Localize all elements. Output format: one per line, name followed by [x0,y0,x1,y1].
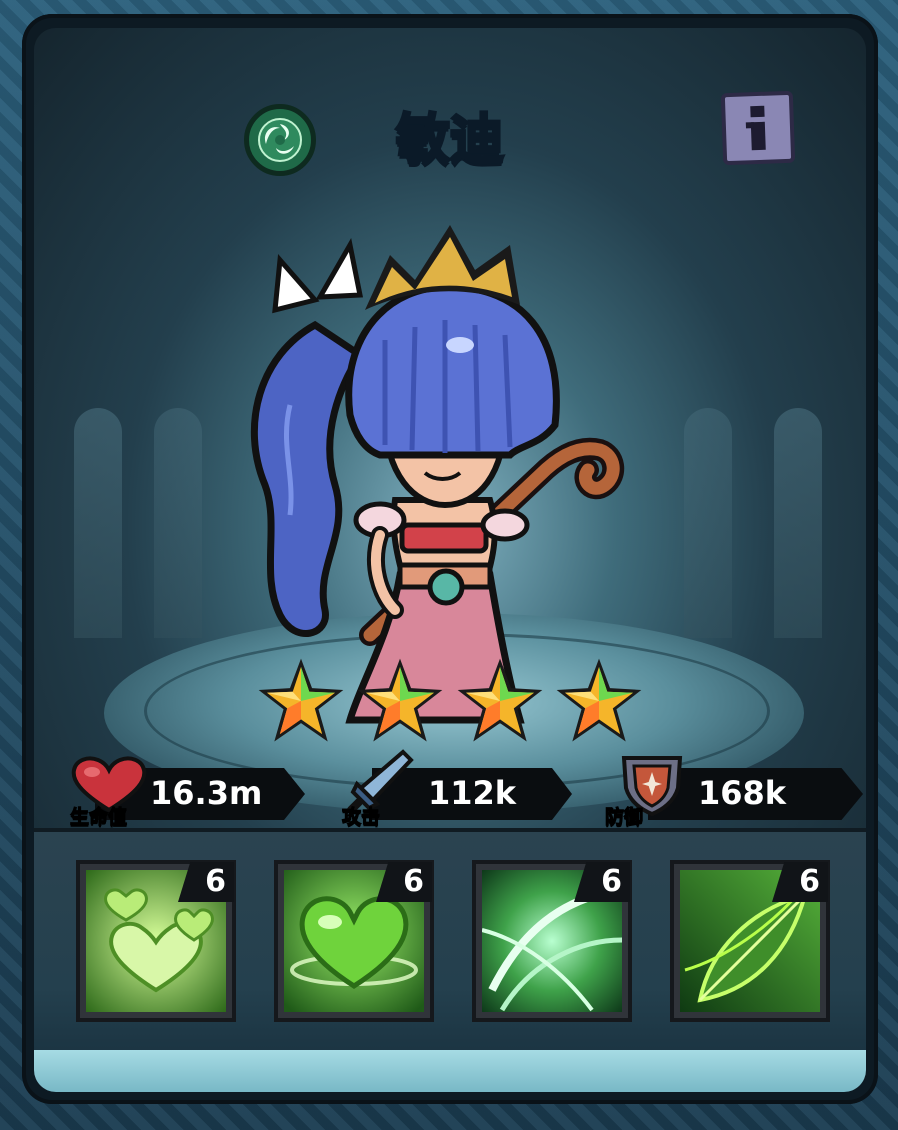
skill-level-badge: 6 [574,862,630,902]
skill-level-badge: 6 [178,862,234,902]
background-pillar [684,408,732,638]
skill-level-badge: 6 [376,862,432,902]
defense-label: 防御 [604,806,644,829]
hp-value: 16.3m [150,774,263,812]
skill-slot-4[interactable]: 6 [670,860,830,1022]
hero-character[interactable] [220,215,640,725]
skills-panel-footer [34,1050,866,1092]
stats-row: 16.3m 生命值 112k 攻击 168k 防御 [0,749,898,832]
star-rating [255,655,645,755]
wind-swirl-icon[interactable] [244,104,316,176]
background-pillar [774,408,822,638]
star-icon [556,658,642,742]
skill-slot-3[interactable]: 6 [472,860,632,1022]
star-icon [457,658,542,742]
skill-slot-1[interactable]: 6 [76,860,236,1022]
defense-value: 168k [698,774,787,812]
star-icon [258,658,344,742]
skill-slot-2[interactable]: 6 [274,860,434,1022]
background-pillar [154,408,202,638]
info-button[interactable] [720,90,796,166]
star-icon [358,658,443,742]
hp-label: 生命值 [69,806,128,829]
info-icon [745,105,766,151]
attack-value: 112k [428,774,517,812]
skill-level-badge: 6 [772,862,828,902]
background-pillar [74,408,122,638]
hero-name: 敏迪 [395,107,506,173]
attack-label: 攻击 [341,806,381,829]
